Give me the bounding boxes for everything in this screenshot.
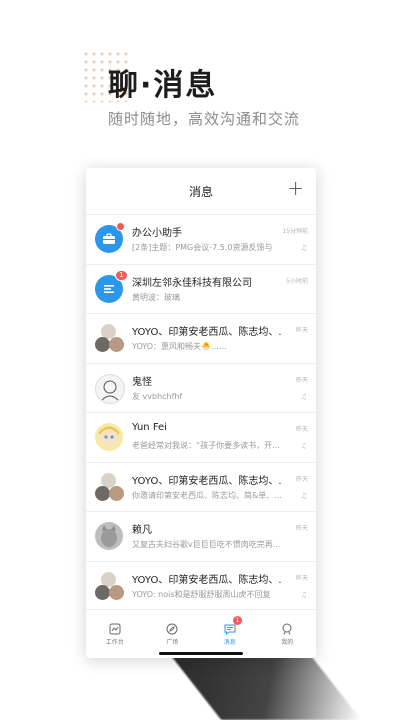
- avatar: [95, 373, 125, 404]
- unread-dot: [116, 222, 125, 231]
- conversation-name: Yun Fei: [132, 422, 167, 433]
- conversation-time: 昨天: [295, 574, 308, 582]
- plus-icon[interactable]: +: [287, 178, 304, 198]
- profile-icon: [282, 623, 292, 635]
- tab-label: 广场: [166, 638, 179, 646]
- avatar: [95, 522, 123, 550]
- conversation-item[interactable]: 赖凡 又复古夫妇谷歌v巨巨巨吃不惯肉吃完再... 昨天: [86, 512, 316, 562]
- group-avatar: [95, 472, 125, 503]
- conversation-time: 15分钟前: [282, 228, 308, 235]
- tab-bar: 工作台 广场 1 消息 我的: [86, 609, 316, 658]
- tab-label: 消息: [223, 638, 236, 646]
- tab-badge: 1: [233, 616, 242, 625]
- tab-label: 工作台: [105, 638, 124, 646]
- conversation-time: 昨天: [295, 525, 308, 532]
- tab-square[interactable]: 广场: [144, 610, 202, 658]
- home-indicator: [159, 652, 243, 655]
- conversation-item[interactable]: Yun Fei 老爸经常对我说：“孩子你要多读书，开... 昨天 ♫: [86, 413, 316, 463]
- conversation-preview: [2条]主题：PMG会议-7.5.0资源反馈与: [132, 243, 273, 252]
- conversation-item[interactable]: YOYO、印第安老西瓜、陈志均、... YOYO: nois和是舒服舒服周山虎不…: [86, 562, 316, 611]
- conversation-name: YOYO、印第安老西瓜、陈志均、...: [132, 327, 282, 338]
- conversation-preview: 你邀请印第安老西瓜、陈志均、简&单、...: [132, 490, 282, 500]
- conversation-preview: YOYO: nois和是舒服舒服周山虎不回复: [132, 589, 271, 599]
- conversation-preview: 又复古夫妇谷歌v巨巨巨吃不惯肉吃完再...: [132, 540, 281, 549]
- conversation-preview: 老爸经常对我说：“孩子你要多读书，开...: [132, 441, 280, 450]
- conversation-name: 鬼怪: [132, 376, 152, 388]
- conversation-item[interactable]: 鬼怪 友 vvbhchfhf 昨天 ♫: [86, 364, 316, 413]
- tab-messages[interactable]: 1 消息: [201, 610, 259, 658]
- conversation-time: 昨天: [295, 376, 308, 384]
- page-title: 消息: [188, 184, 213, 199]
- mute-icon: ♫: [300, 491, 307, 500]
- mute-icon: ♫: [300, 590, 307, 599]
- conversation-name: 赖凡: [132, 525, 152, 536]
- conversation-preview: YOYO：惠风和畅夫🐣……: [132, 342, 228, 351]
- tab-workbench[interactable]: 工作台: [86, 610, 144, 658]
- message-icon: [224, 624, 236, 635]
- nav-bar: 消息 +: [86, 168, 316, 215]
- mute-icon: ♫: [300, 244, 307, 252]
- conversation-item[interactable]: 1 深圳左邻永佳科技有限公司 黄明波：玻璃 5小时前: [86, 265, 316, 314]
- conversation-item[interactable]: YOYO、印第安老西瓜、陈志均、... 你邀请印第安老西瓜、陈志均、简&单、..…: [86, 463, 316, 512]
- group-avatar: [95, 324, 125, 354]
- conversation-list: 办公小助手 [2条]主题：PMG会议-7.5.0资源反馈与 15分钟前 ♫ 1 …: [86, 215, 316, 610]
- conversation-name: YOYO、印第安老西瓜、陈志均、...: [132, 475, 282, 487]
- conversation-preview: 友 vvbhchfhf: [132, 391, 183, 401]
- unread-badge: 1: [115, 269, 128, 281]
- conversation-time: 昨天: [295, 426, 308, 433]
- conversation-item[interactable]: 办公小助手 [2条]主题：PMG会议-7.5.0资源反馈与 15分钟前 ♫: [86, 215, 316, 265]
- conversation-time: 昨天: [295, 475, 308, 483]
- hero-title: 聊·消息: [108, 68, 218, 103]
- conversation-name: 深圳左邻永佳科技有限公司: [132, 277, 252, 289]
- conversation-item[interactable]: YOYO、印第安老西瓜、陈志均、... YOYO：惠风和畅夫🐣…… 昨天: [86, 314, 316, 364]
- conversation-preview: 黄明波：玻璃: [132, 292, 180, 302]
- group-avatar: [95, 571, 125, 602]
- mute-icon: ♫: [300, 392, 307, 401]
- conversation-name: 办公小助手: [132, 228, 182, 239]
- conversation-time: 昨天: [295, 327, 308, 334]
- conversation-name: YOYO、印第安老西瓜、陈志均、...: [132, 574, 282, 586]
- phone-screen: 消息 + 办公小助手 [2条]主题：PMG会议-7.5.0资源反馈与 15分钟前…: [86, 168, 316, 658]
- hero-subtitle: 随时随地，高效沟通和交流: [108, 110, 301, 128]
- tab-profile[interactable]: 我的: [259, 610, 317, 658]
- avatar: [95, 423, 123, 451]
- tab-label: 我的: [281, 638, 294, 646]
- conversation-time: 5小时前: [286, 277, 308, 285]
- compass-icon: [166, 623, 178, 634]
- mute-icon: ♫: [300, 442, 307, 450]
- workbench-icon: [109, 623, 121, 634]
